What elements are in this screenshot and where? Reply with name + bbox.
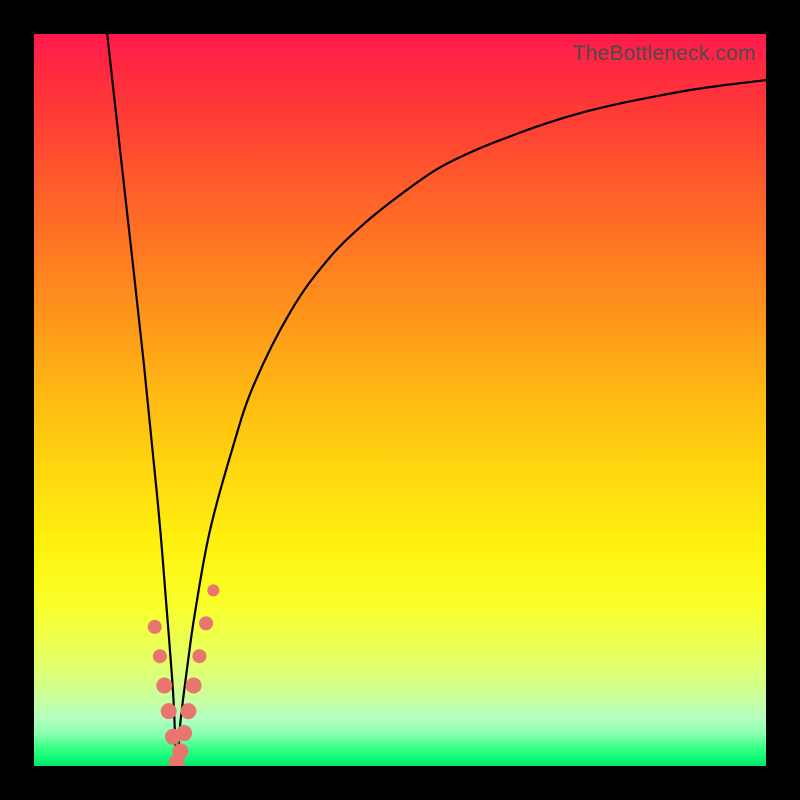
marker-dot bbox=[186, 677, 202, 693]
marker-dot bbox=[180, 703, 196, 719]
marker-dot bbox=[161, 703, 177, 719]
marker-dot bbox=[156, 677, 172, 693]
marker-dot bbox=[148, 620, 162, 634]
marker-dot bbox=[176, 725, 192, 741]
marker-dot bbox=[207, 584, 219, 596]
marker-dot bbox=[153, 649, 167, 663]
marker-group bbox=[148, 584, 220, 766]
marker-dot bbox=[172, 743, 188, 759]
chart-frame: TheBottleneck.com bbox=[0, 0, 800, 800]
marker-dot bbox=[199, 616, 213, 630]
curve-svg bbox=[34, 34, 766, 766]
plot-area: TheBottleneck.com bbox=[34, 34, 766, 766]
marker-dot bbox=[192, 649, 206, 663]
